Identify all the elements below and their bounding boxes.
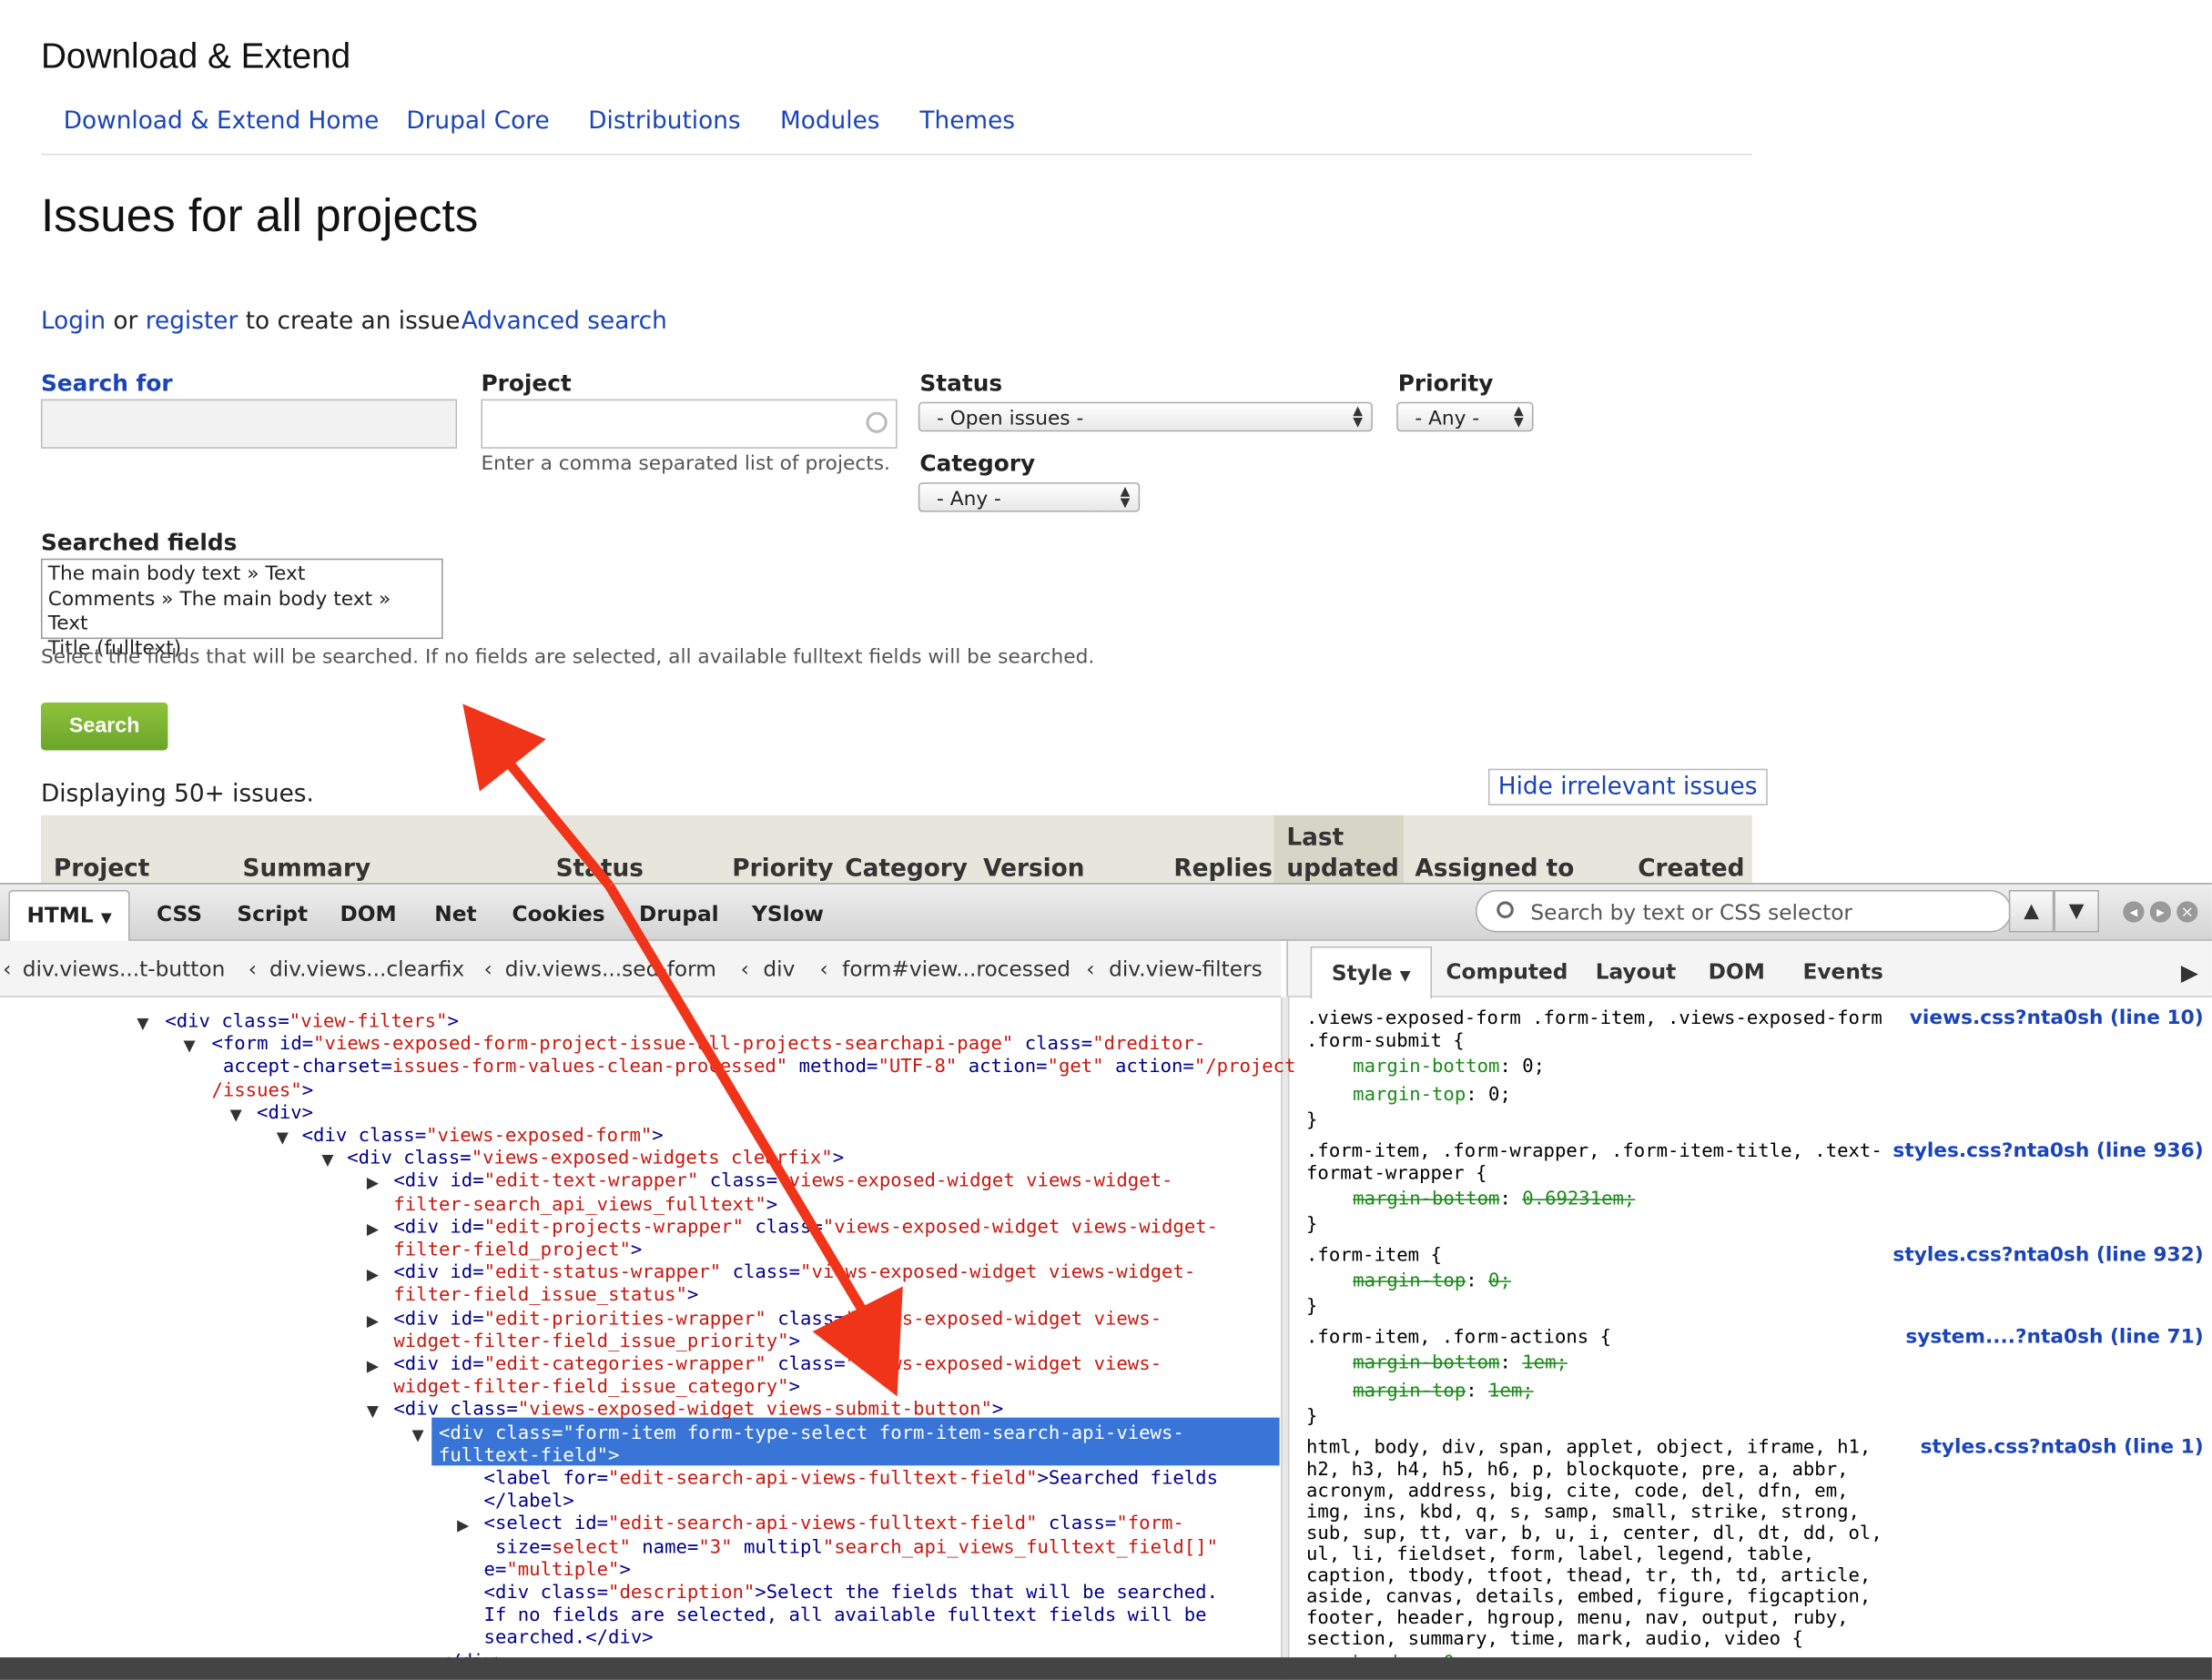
- screenshot: Download & Extend Download & Extend Home…: [0, 0, 2212, 1680]
- arrow-up-shaft: [492, 744, 614, 889]
- arrow-down-shaft: [604, 883, 868, 1315]
- annotation-arrows: [462, 703, 903, 1397]
- arrow-up-head: [462, 703, 546, 792]
